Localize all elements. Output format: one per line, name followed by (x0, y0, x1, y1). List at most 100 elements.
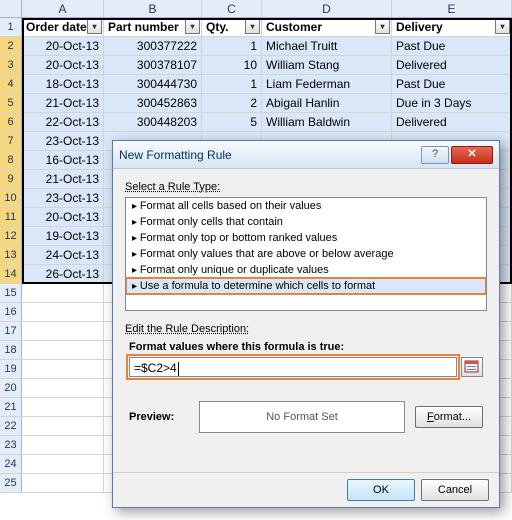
row-label[interactable]: 19 (0, 360, 22, 378)
row-label[interactable]: 10 (0, 189, 22, 207)
column-header-a[interactable]: A (22, 0, 104, 17)
rule-type-item[interactable]: Format only top or bottom ranked values (126, 230, 486, 246)
row-label[interactable]: 8 (0, 151, 22, 169)
filter-dropdown-icon[interactable]: ▾ (375, 19, 390, 34)
cell[interactable] (22, 341, 104, 359)
row-label[interactable]: 3 (0, 56, 22, 74)
cell[interactable]: Past Due (392, 37, 512, 55)
column-header-b[interactable]: B (104, 0, 202, 17)
filter-dropdown-icon[interactable]: ▾ (245, 19, 260, 34)
row-label[interactable]: 7 (0, 132, 22, 150)
filter-dropdown-icon[interactable]: ▾ (495, 19, 510, 34)
cell[interactable]: Delivered (392, 56, 512, 74)
formula-input[interactable]: =$C2>4 (129, 357, 457, 377)
cell[interactable]: 300448203 (104, 113, 202, 131)
cell[interactable]: 300377222 (104, 37, 202, 55)
row-label[interactable]: 18 (0, 341, 22, 359)
cell[interactable]: 16-Oct-13 (22, 151, 104, 169)
rule-type-list[interactable]: Format all cells based on their valuesFo… (125, 197, 487, 311)
filter-dropdown-icon[interactable]: ▾ (185, 19, 200, 34)
row-label[interactable]: 25 (0, 474, 22, 492)
cell[interactable]: 22-Oct-13 (22, 113, 104, 131)
cell[interactable]: 23-Oct-13 (22, 132, 104, 150)
cell[interactable]: 26-Oct-13 (22, 265, 104, 283)
help-button[interactable]: ? (421, 146, 449, 164)
row-label[interactable]: 20 (0, 379, 22, 397)
cell[interactable] (22, 474, 104, 492)
cell[interactable] (22, 360, 104, 378)
filter-dropdown-icon[interactable]: ▾ (87, 19, 102, 34)
column-header-e[interactable]: E (392, 0, 512, 17)
ok-button[interactable]: OK (347, 479, 415, 501)
cell[interactable]: 10 (202, 56, 262, 74)
cell[interactable]: 21-Oct-13 (22, 94, 104, 112)
row-label[interactable]: 24 (0, 455, 22, 473)
row-label[interactable]: 12 (0, 227, 22, 245)
cell[interactable]: Qty.▾ (202, 18, 262, 36)
cell[interactable]: 23-Oct-13 (22, 189, 104, 207)
cell[interactable] (22, 379, 104, 397)
close-button[interactable]: ✕ (451, 146, 493, 164)
row-label[interactable]: 21 (0, 398, 22, 416)
cell[interactable] (22, 436, 104, 454)
cell[interactable]: 19-Oct-13 (22, 227, 104, 245)
cell[interactable]: 300452863 (104, 94, 202, 112)
cell[interactable]: 300444730 (104, 75, 202, 93)
cell[interactable]: Abigail Hanlin (262, 94, 392, 112)
row-label[interactable]: 2 (0, 37, 22, 55)
row-label[interactable]: 15 (0, 284, 22, 302)
cell[interactable]: 24-Oct-13 (22, 246, 104, 264)
row-label[interactable]: 22 (0, 417, 22, 435)
select-all-corner[interactable] (0, 0, 22, 17)
cell[interactable]: Order date▾ (22, 18, 104, 36)
rule-type-item[interactable]: Format only unique or duplicate values (126, 262, 486, 278)
cell[interactable]: 20-Oct-13 (22, 208, 104, 226)
cell[interactable] (22, 455, 104, 473)
cell[interactable]: Michael Truitt (262, 37, 392, 55)
row-label[interactable]: 23 (0, 436, 22, 454)
row-label[interactable]: 4 (0, 75, 22, 93)
cell[interactable]: Delivered (392, 113, 512, 131)
cell[interactable] (22, 284, 104, 302)
rule-type-item[interactable]: Use a formula to determine which cells t… (126, 278, 486, 294)
rule-type-item[interactable]: Format only cells that contain (126, 214, 486, 230)
row-label[interactable]: 14 (0, 265, 22, 283)
dialog-titlebar[interactable]: New Formatting Rule ? ✕ (113, 141, 499, 169)
cancel-button[interactable]: Cancel (421, 479, 489, 501)
rule-type-item[interactable]: Format only values that are above or bel… (126, 246, 486, 262)
cell[interactable]: Customer▾ (262, 18, 392, 36)
cell[interactable]: 18-Oct-13 (22, 75, 104, 93)
row-label[interactable]: 6 (0, 113, 22, 131)
cell[interactable] (22, 417, 104, 435)
cell[interactable]: 20-Oct-13 (22, 56, 104, 74)
cell[interactable]: 20-Oct-13 (22, 37, 104, 55)
range-selector-button[interactable] (461, 357, 483, 377)
cell[interactable] (22, 322, 104, 340)
row-label[interactable]: 16 (0, 303, 22, 321)
cell[interactable]: 5 (202, 113, 262, 131)
cell[interactable]: William Baldwin (262, 113, 392, 131)
row-label[interactable]: 9 (0, 170, 22, 188)
cell[interactable]: Delivery▾ (392, 18, 512, 36)
row-label[interactable]: 5 (0, 94, 22, 112)
cell[interactable]: 2 (202, 94, 262, 112)
cell[interactable]: Part number▾ (104, 18, 202, 36)
cell[interactable]: 21-Oct-13 (22, 170, 104, 188)
column-header-c[interactable]: C (202, 0, 262, 17)
cell[interactable]: William Stang (262, 56, 392, 74)
column-header-d[interactable]: D (262, 0, 392, 17)
format-button[interactable]: Format... (415, 406, 483, 428)
cell[interactable]: Past Due (392, 75, 512, 93)
row-label[interactable]: 11 (0, 208, 22, 226)
cell[interactable] (22, 398, 104, 416)
rule-type-item[interactable]: Format all cells based on their values (126, 198, 486, 214)
row-label[interactable]: 13 (0, 246, 22, 264)
cell[interactable]: Due in 3 Days (392, 94, 512, 112)
row-label[interactable]: 17 (0, 322, 22, 340)
cell[interactable]: Liam Federman (262, 75, 392, 93)
row-label[interactable]: 1 (0, 18, 22, 36)
cell[interactable]: 1 (202, 37, 262, 55)
cell[interactable]: 1 (202, 75, 262, 93)
cell[interactable]: 300378107 (104, 56, 202, 74)
cell[interactable] (22, 303, 104, 321)
